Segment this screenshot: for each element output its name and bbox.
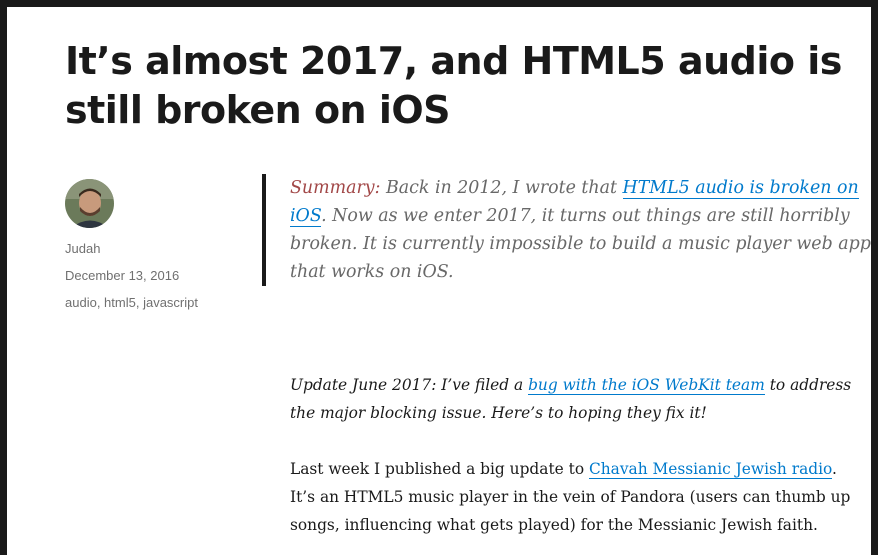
summary-label: Summary: <box>290 178 381 198</box>
update-paragraph: Update June 2017: I’ve filed a bug with … <box>290 371 860 427</box>
tag-link-html5[interactable]: html5 <box>104 295 136 310</box>
tag-list: audio, html5, javascript <box>65 295 235 310</box>
webkit-bug-link[interactable]: bug with the iOS WebKit team <box>528 376 765 394</box>
tag-link-javascript[interactable]: javascript <box>143 295 198 310</box>
author-avatar[interactable] <box>65 179 114 228</box>
window-edge <box>871 0 878 549</box>
summary-blockquote: Summary: Back in 2012, I wrote that HTML… <box>262 174 871 286</box>
summary-text-before: Back in 2012, I wrote that <box>380 178 623 198</box>
intro-paragraph: Last week I published a big update to Ch… <box>290 455 860 539</box>
tag-separator: , <box>135 295 144 310</box>
entry-content: Update June 2017: I’ve filed a bug with … <box>290 371 860 555</box>
article-title: It’s almost 2017, and HTML5 audio is sti… <box>65 39 842 132</box>
post-date-link[interactable]: December 13, 2016 <box>65 268 235 283</box>
entry-meta: Judah December 13, 2016 audio, html5, ja… <box>65 179 235 310</box>
update-text-before: Update June 2017: I’ve filed a <box>290 376 529 394</box>
chavah-radio-link[interactable]: Chavah Messianic Jewish radio <box>589 460 832 478</box>
author-link[interactable]: Judah <box>65 241 235 256</box>
page: It’s almost 2017, and HTML5 audio is sti… <box>7 7 871 555</box>
avatar-image <box>65 179 114 228</box>
tag-separator: , <box>96 295 105 310</box>
tag-link-audio[interactable]: audio <box>65 295 97 310</box>
intro-text-before: Last week I published a big update to <box>290 460 589 478</box>
summary-text-after: . Now as we enter 2017, it turns out thi… <box>290 206 871 282</box>
